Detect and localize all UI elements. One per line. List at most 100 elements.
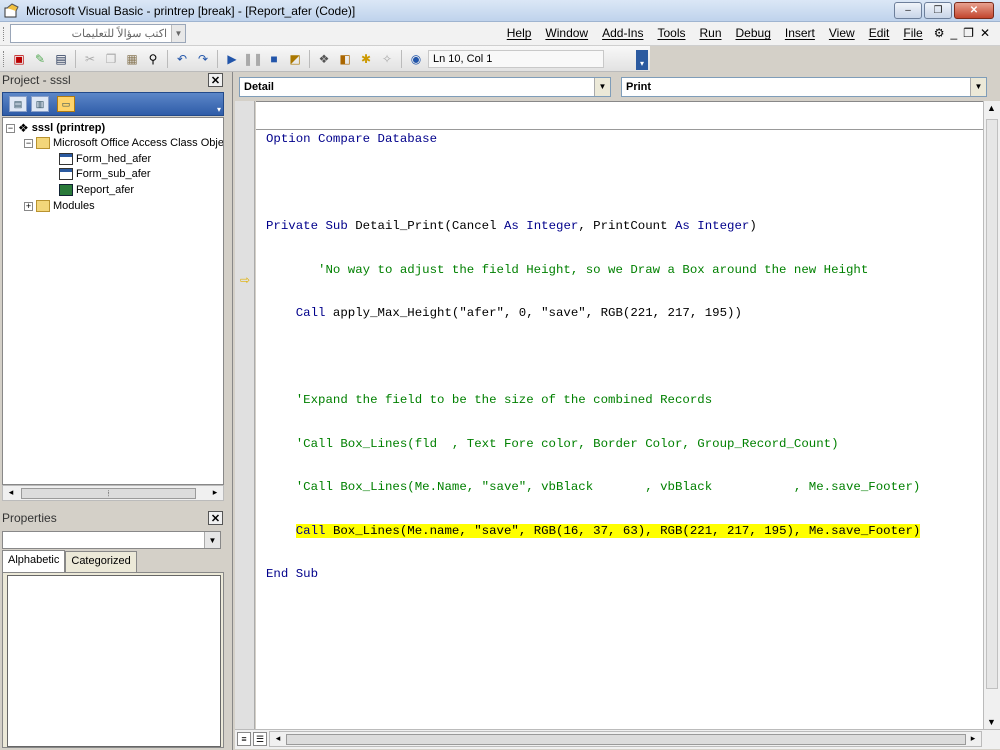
code-vertical-scrollbar[interactable]: ▲ ▼ [983,101,1000,729]
mdi-minimize-button[interactable]: _ [950,26,957,40]
tree-root[interactable]: − ❖ sssl (printrep) [6,120,105,136]
scroll-left-icon[interactable]: ◂ [5,487,17,498]
scroll-down-icon[interactable]: ▼ [987,717,996,727]
chevron-down-icon[interactable]: ▼ [970,78,986,96]
tab-alphabetic[interactable]: Alphabetic [2,550,66,572]
tree-item-form-sub-afer[interactable]: Form_sub_afer [59,166,151,182]
code-text-span: , PrintCount [578,219,675,233]
menu-insert[interactable]: Insert [778,26,822,40]
close-icon[interactable]: ✕ [208,511,223,525]
form-icon [59,168,73,180]
project-icon: ❖ [18,121,29,135]
scroll-right-icon[interactable]: ▸ [967,733,979,744]
restore-button[interactable]: ❐ [924,2,952,19]
chevron-down-icon[interactable]: ▾ [217,105,221,114]
code-text-span: Box_Lines(Me.name, "save", RGB(16, 37, 6… [332,523,921,538]
view-code-icon[interactable]: ▤ [9,96,27,112]
minimize-button[interactable]: – [894,2,922,19]
menu-view[interactable]: View [822,26,862,40]
view-access-icon[interactable]: ▣ [10,50,28,68]
mdi-close-button[interactable]: ✕ [980,26,990,40]
menu-add-ins[interactable]: Add-Ins [595,26,650,40]
object-browser-icon[interactable]: ✱ [357,50,375,68]
code-horizontal-scrollbar[interactable]: ◂ ▸ [269,731,982,747]
tree-folder-class-objects[interactable]: − Microsoft Office Access Class Objects [24,135,223,151]
full-module-view-icon[interactable]: ☰ [253,732,267,746]
toolbar-separator [75,49,76,68]
toggle-folders-icon[interactable]: ▭ [57,96,75,112]
collapse-icon[interactable]: − [24,138,33,148]
scroll-left-icon[interactable]: ◂ [272,733,284,744]
properties-object-select[interactable]: ▼ [2,531,221,549]
reset-icon[interactable]: ■ [265,50,283,68]
procedure-select[interactable]: Print ▼ [621,77,987,97]
insert-object-icon[interactable]: ✎ [31,50,49,68]
code-comment: 'Call Box_Lines(Me.Name, "save", vbBlack… [266,480,921,494]
toolbar-separator [401,49,402,68]
copy-icon[interactable]: ❐ [102,50,120,68]
menu-debug[interactable]: Debug [729,26,778,40]
close-icon[interactable]: ✕ [208,73,223,87]
break-icon[interactable]: ❚❚ [243,50,263,68]
code-keyword: As Integer [674,219,750,233]
menu-run[interactable]: Run [692,26,728,40]
scrollbar-thumb[interactable] [286,734,966,745]
scrollbar-thumb[interactable]: ⦙ [21,488,196,499]
design-mode-icon[interactable]: ◩ [286,50,304,68]
view-object-icon[interactable]: ▥ [31,96,49,112]
code-line: Call apply_Max_Height("afer", 0, "save",… [266,306,920,322]
properties-window-icon[interactable]: ◧ [336,50,354,68]
code-line: Option Compare Database [266,132,438,146]
cursor-position: Ln 10, Col 1 [428,49,604,68]
menu-window[interactable]: Window [538,26,595,40]
code-editor[interactable]: Option Compare Database Private Sub Deta… [256,101,983,729]
tree-folder-modules[interactable]: + Modules [24,198,95,214]
toolbar-grip[interactable] [3,51,6,67]
margin-indicator-bar[interactable]: ⇨ [235,101,255,729]
chevron-down-icon[interactable]: ▼ [171,25,185,42]
scroll-right-icon[interactable]: ▸ [209,487,221,498]
access-icon[interactable]: ⚙ [934,26,945,40]
chevron-down-icon[interactable]: ▼ [594,78,610,96]
undo-icon[interactable]: ↶ [173,50,191,68]
menu-edit[interactable]: Edit [862,26,897,40]
tab-categorized[interactable]: Categorized [65,551,137,572]
object-select[interactable]: Detail ▼ [239,77,611,97]
menu-tools[interactable]: Tools [650,26,692,40]
toolbar-separator [167,49,168,68]
run-icon[interactable]: ▶ [223,50,241,68]
properties-grid[interactable] [7,575,221,747]
vb-app-icon [4,3,19,18]
menu-file[interactable]: File [896,26,929,40]
procedure-view-icon[interactable]: ≡ [237,732,251,746]
project-explorer-icon[interactable]: ❖ [315,50,333,68]
mdi-restore-button[interactable]: ❐ [963,26,974,40]
menu-grip[interactable] [3,27,6,41]
ask-question-box[interactable]: اكتب سؤالاً للتعليمات ▼ [10,24,186,43]
scrollbar-thumb[interactable] [986,119,998,689]
project-horizontal-scrollbar[interactable]: ◂ ⦙ ▸ [2,485,224,501]
standard-toolbar: ▣ ✎ ▤ ✂ ❐ ▦ ⚲ ↶ ↷ ▶ ❚❚ ■ ◩ ❖ ◧ ✱ ✧ ◉ Ln … [0,46,650,72]
tree-item-form-hed-afer[interactable]: Form_hed_afer [59,151,151,167]
menu-bar: اكتب سؤالاً للتعليمات ▼ Help Window Add-… [0,22,1000,46]
close-button[interactable]: ✕ [954,2,994,19]
chevron-down-icon[interactable]: ▼ [204,532,220,548]
paste-icon[interactable]: ▦ [123,50,141,68]
tree-item-report-afer[interactable]: Report_afer [59,182,134,198]
project-tree: − ❖ sssl (printrep) − Microsoft Office A… [2,117,224,485]
toolbox-icon[interactable]: ✧ [378,50,396,68]
procedure-select-value: Print [626,81,652,93]
menu-help[interactable]: Help [500,26,539,40]
expand-icon[interactable]: + [24,201,33,211]
redo-icon[interactable]: ↷ [194,50,212,68]
toolbar-options-icon[interactable]: ▾ [636,50,648,70]
save-icon[interactable]: ▤ [52,50,70,68]
code-text-span: ) [749,219,757,233]
project-toolbar: ▤ ▥ ▭ ▾ [2,92,224,116]
collapse-icon[interactable]: − [6,123,15,133]
cut-icon[interactable]: ✂ [81,50,99,68]
tree-item-label: Report_afer [76,184,135,196]
help-icon[interactable]: ◉ [407,50,425,68]
find-icon[interactable]: ⚲ [144,50,162,68]
scroll-up-icon[interactable]: ▲ [987,103,996,113]
